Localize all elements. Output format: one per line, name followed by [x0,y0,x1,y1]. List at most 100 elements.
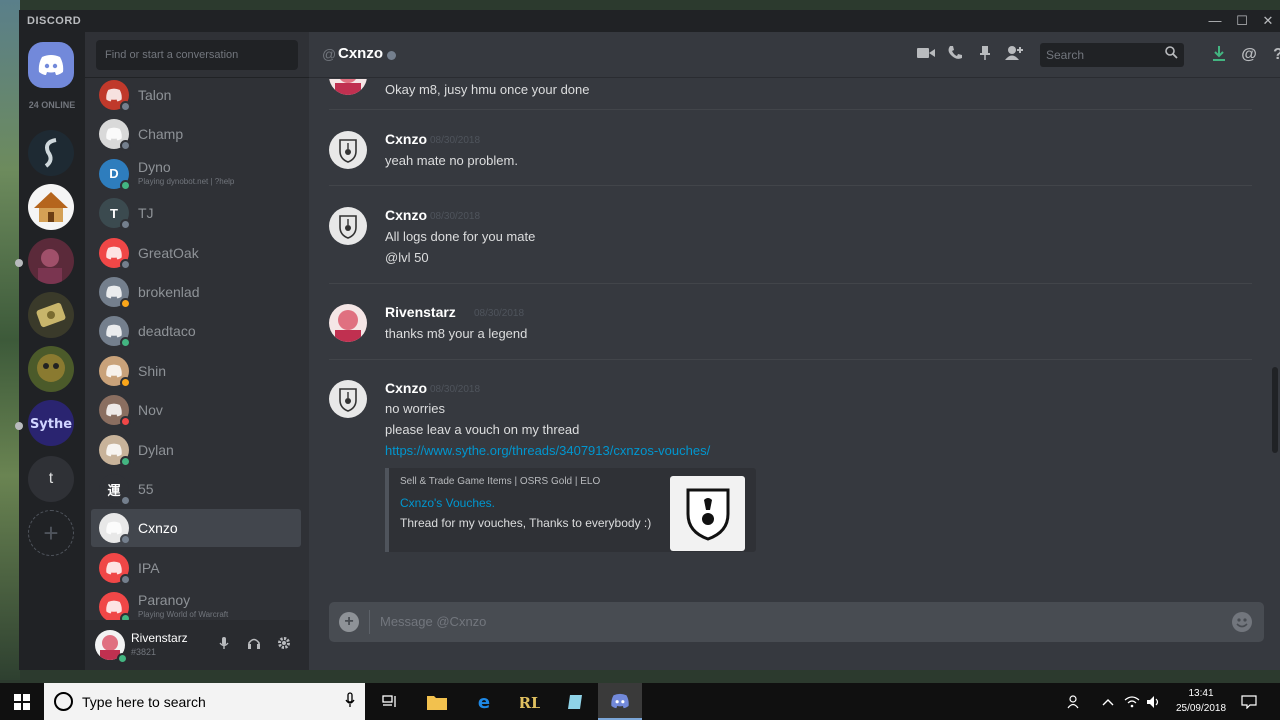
clock-time: 13:41 [1188,688,1214,699]
minimize-button[interactable]: — [1204,12,1226,30]
add-friend-icon[interactable] [1004,45,1024,65]
dm-avatar [99,395,131,428]
pin-icon[interactable] [975,45,995,65]
dm-avatar [99,277,131,309]
volume-icon[interactable] [1144,683,1164,720]
dm-item[interactable]: brokenlad [91,273,301,311]
task-view-icon[interactable] [368,683,412,720]
author-avatar[interactable] [329,304,367,342]
server-icon-money[interactable] [28,292,74,338]
search-input[interactable]: Search [1040,43,1184,67]
dm-item[interactable]: IPA [91,549,301,587]
add-server-button[interactable]: + [28,510,74,556]
author-avatar[interactable] [329,207,367,245]
dm-name: Paranoy [138,592,191,609]
microphone-icon[interactable] [215,636,233,654]
server-icon-serpent[interactable] [28,130,74,176]
status-dot [120,416,131,428]
anime-avatar-icon [335,310,361,342]
spurs-crest-icon [339,215,357,239]
dm-item[interactable]: D Dyno Playing dynobot.net | ?help [91,155,301,193]
action-center-icon[interactable] [1238,683,1260,720]
embed-provider[interactable]: Sell & Trade Game Items | OSRS Gold | EL… [400,476,600,487]
dm-avatar [99,237,131,270]
emoji-picker-icon[interactable] [1232,612,1252,632]
dm-avatar: 運 [99,474,131,506]
message-author[interactable]: Rivenstarz [385,304,456,320]
start-button[interactable] [0,683,44,720]
dm-item[interactable]: 運 55 [91,470,301,508]
wifi-icon[interactable] [1122,683,1142,720]
taskbar-search-box[interactable]: Type here to search [44,683,365,720]
upload-plus-icon[interactable]: + [339,612,359,632]
help-icon[interactable]: ? [1268,45,1280,65]
home-button[interactable] [28,42,74,88]
dm-name: Talon [138,87,172,103]
embed-thumbnail[interactable] [670,476,745,551]
file-explorer-icon[interactable] [415,683,459,720]
user-tag: #3821 [131,647,157,657]
embed-title[interactable]: Cxnzo's Vouches. [400,496,495,510]
dm-item[interactable]: deadtaco [91,312,301,350]
serpent-icon [44,138,57,168]
microphone-icon[interactable] [345,692,355,711]
server-icon-t[interactable]: t [28,456,74,502]
server-icon-hut[interactable] [28,184,74,230]
discord-taskbar-icon[interactable] [598,683,642,720]
server-icon-sythe[interactable]: Sythe [28,400,74,446]
message-timestamp: 08/30/2018 [430,384,481,395]
scrollbar-thumb[interactable] [1272,367,1278,453]
author-avatar[interactable] [329,79,367,95]
message-author[interactable]: Cxnzo [385,207,427,223]
author-avatar[interactable] [329,380,367,418]
taskbar-clock[interactable]: 13:41 25/09/2018 [1165,686,1237,716]
thread-link[interactable]: https://www.sythe.org/threads/3407913/cx… [385,443,710,458]
dm-item[interactable]: Talon [91,78,301,114]
dm-name: Nov [138,402,163,419]
chat-area: @ Cxnzo Search @ Okay m8, jusy hmu once … [309,32,1280,670]
dm-item[interactable]: Nov [91,391,301,429]
dm-item[interactable]: T TJ [91,194,301,232]
dm-search-input[interactable]: Find or start a conversation [96,40,298,70]
spurs-crest-icon [339,139,357,163]
discord-logo-icon [106,600,122,614]
message-author[interactable]: Cxnzo [385,380,427,396]
notes-app-icon[interactable] [553,683,597,720]
discord-logo-icon [106,246,122,259]
discord-logo-icon [106,561,122,575]
message-input[interactable]: Message @Cxnzo [380,614,486,629]
dm-item[interactable]: Shin [91,352,301,390]
video-call-icon[interactable] [916,45,936,65]
author-avatar[interactable] [329,131,367,169]
mentions-icon[interactable]: @ [1239,45,1259,65]
server-icon-character[interactable] [28,346,74,392]
sythe-logo-icon: Sythe [30,417,72,432]
user-status-dot [117,653,128,664]
dm-item[interactable]: GreatOak [91,234,301,272]
headphones-icon[interactable] [245,636,263,654]
show-hidden-icons-chevron-icon[interactable] [1098,683,1118,720]
voice-call-icon[interactable] [945,45,965,65]
maximize-button[interactable]: ☐ [1231,12,1253,30]
dm-item[interactable]: Cxnzo [91,509,301,548]
message-text: All logs done for you mate [385,229,536,244]
settings-gear-icon[interactable] [275,636,293,654]
status-dot [120,455,131,467]
dm-item[interactable]: Paranoy Playing World of Warcraft [91,588,301,620]
download-icon[interactable] [1209,45,1229,65]
dm-name: Shin [138,362,167,379]
dm-item[interactable]: Champ [91,115,301,153]
scrollbar[interactable] [1272,82,1278,586]
status-dot [120,495,131,506]
dm-item[interactable]: Dylan [91,431,301,469]
message-author[interactable]: Cxnzo [385,131,427,147]
server-icon-art[interactable] [28,238,74,284]
dm-activity: Playing dynobot.net | ?help [138,176,235,186]
close-button[interactable]: ✕ [1257,12,1279,30]
edge-browser-icon[interactable]: e [462,683,506,720]
message-composer[interactable]: + Message @Cxnzo [329,602,1264,642]
status-dot [120,534,131,546]
people-icon[interactable] [1064,683,1084,720]
message-text: yeah mate no problem. [385,153,518,168]
runelite-icon[interactable]: RL [508,683,552,720]
